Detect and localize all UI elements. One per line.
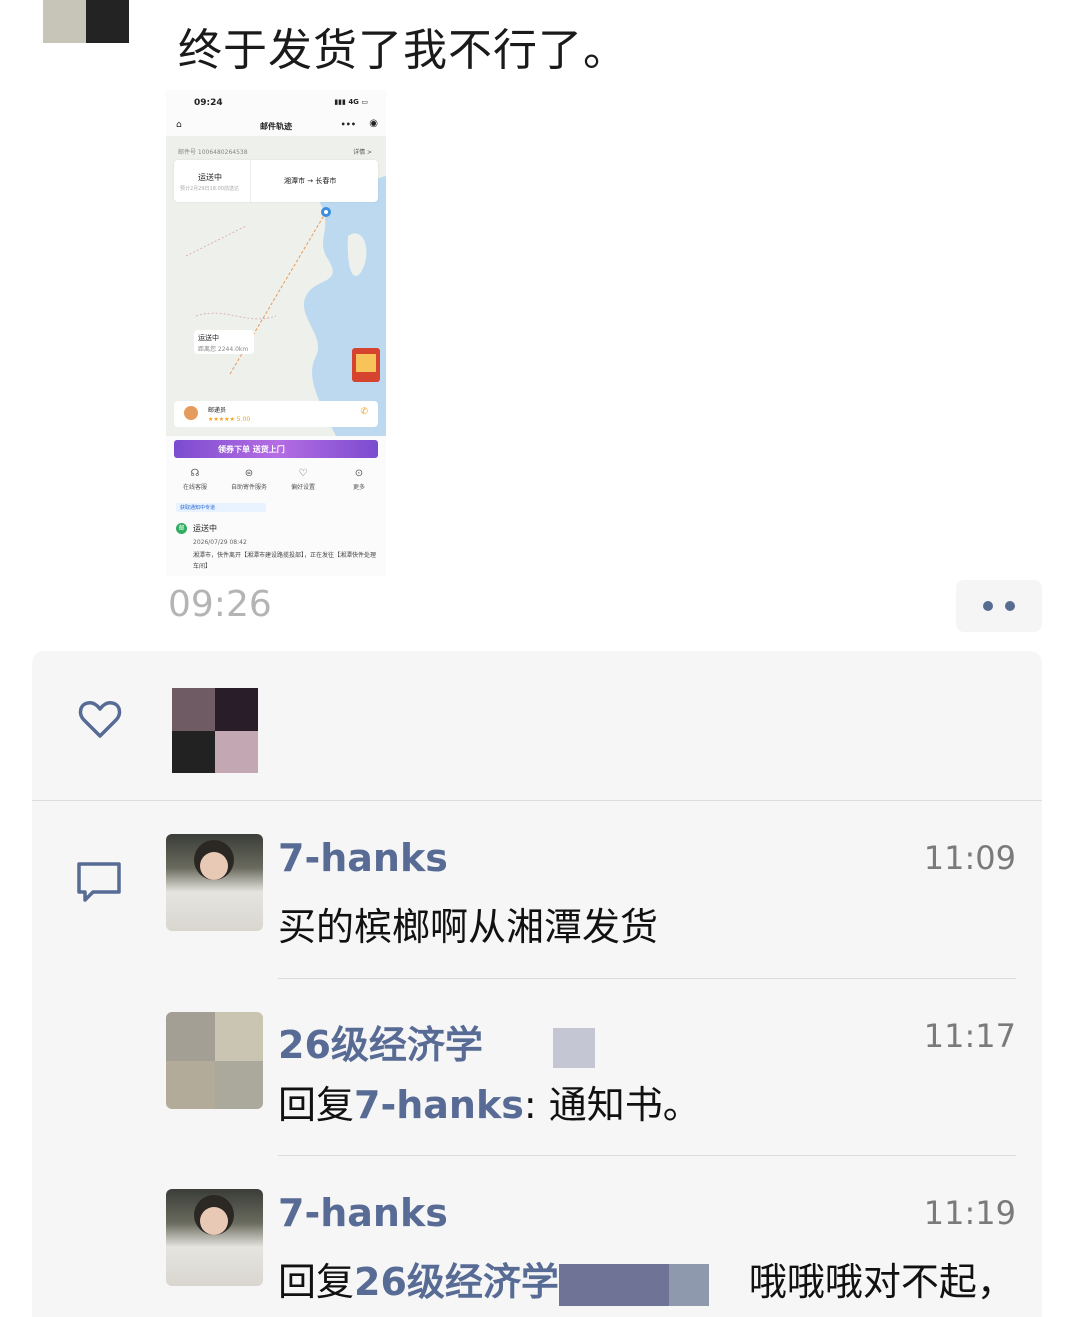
comment-item[interactable]: 7-hanks 11:09 买的槟榔啊从湘潭发货 — [166, 834, 1016, 949]
status-time: 09:24 — [194, 98, 223, 108]
poster-avatar[interactable] — [43, 0, 129, 43]
comment-time: 11:17 — [923, 1017, 1016, 1055]
comment-item[interactable]: 26级经济学 11:17 回复7-hanks: 通知书。 — [166, 1012, 1016, 1127]
signal-indicator: ▮▮▮ 4G ▭ — [334, 98, 368, 106]
status-sub: 预计2月29日18:00前送达 — [180, 186, 239, 192]
courier-avatar — [184, 406, 198, 420]
commenter-avatar[interactable] — [166, 1189, 263, 1286]
mini-nav-bar: ⌂ 邮件轨迹 ••• ◉ — [166, 118, 386, 134]
map-bubble: 运送中 距离您 2244.0km — [194, 330, 254, 354]
detail-link: 详情 > — [353, 149, 372, 156]
reply-to-name[interactable]: 7-hanks — [354, 1083, 524, 1127]
pref-icon: ♡ — [298, 468, 308, 479]
service-icons: ☊ 在线客服 ⊜ 自助寄件服务 ♡ 偏好设置 ⊙ 更多 — [166, 468, 386, 498]
post-time: 09:26 — [168, 584, 272, 625]
event-dot-icon: 邮 — [176, 523, 187, 534]
post-text: 终于发货了我不行了。 — [178, 25, 628, 76]
commenter-name[interactable]: 7-hanks — [278, 836, 448, 880]
phone-icon: ✆ — [360, 407, 368, 417]
more-actions-button[interactable] — [956, 580, 1042, 632]
divider — [32, 800, 1042, 801]
headset-icon: ☊ — [190, 468, 200, 479]
tracking-number: 邮件号 1006480264538 — [178, 149, 248, 156]
courier-card: 邮递员 ★★★★★ 5.00 ✆ — [174, 401, 378, 427]
status-label: 运送中 — [198, 173, 222, 182]
reply-to-name[interactable]: 26级经济学 — [354, 1260, 559, 1304]
comment-text: 回复7-hanks: 通知书。 — [278, 1083, 701, 1127]
commenter-avatar[interactable] — [166, 834, 263, 931]
more-icon: ⊙ — [354, 468, 364, 479]
dots-icon: ••• — [340, 120, 356, 129]
comment-text: 买的槟榔啊从湘潭发货 — [278, 905, 659, 949]
service-icon: ⊜ — [244, 468, 254, 479]
status-card: 运送中 预计2月29日18:00前送达 湘潭市 → 长春市 — [174, 160, 378, 202]
comment-text: 回复26级经济学 哦哦哦对不起， — [278, 1260, 1015, 1306]
comment-icon — [77, 862, 121, 902]
promo-banner: 领券下单 送货上门 — [174, 440, 378, 458]
target-icon: ◉ — [369, 118, 378, 129]
commenter-name[interactable]: 7-hanks — [278, 1191, 448, 1235]
comment-time: 11:09 — [923, 839, 1016, 877]
route-label: 湘潭市 → 长春市 — [284, 177, 337, 185]
commenter-name[interactable]: 26级经济学 — [278, 1014, 595, 1069]
post-image[interactable]: 09:24 ▮▮▮ 4G ▭ ⌂ 邮件轨迹 ••• ◉ 邮件号 10064802… — [166, 90, 386, 576]
comment-time: 11:19 — [923, 1194, 1016, 1232]
comment-divider — [278, 1155, 1016, 1156]
notice-pill: 获取通知中专道 — [176, 503, 266, 512]
tracking-event: 邮 运送中 2026/07/29 08:42 湘潭市，快件离开【湘潭市建设路揽投… — [174, 522, 378, 572]
commenter-avatar[interactable] — [166, 1012, 263, 1109]
interaction-panel: 7-hanks 11:09 买的槟榔啊从湘潭发货 26级经济学 11:17 回复… — [32, 651, 1042, 1317]
status-bar: 09:24 ▮▮▮ 4G ▭ — [166, 96, 386, 110]
liker-avatar[interactable] — [172, 674, 262, 773]
comment-item[interactable]: 7-hanks 11:19 回复26级经济学 哦哦哦对不起， — [166, 1189, 1016, 1306]
heart-icon — [78, 701, 122, 738]
comment-divider — [278, 978, 1016, 979]
